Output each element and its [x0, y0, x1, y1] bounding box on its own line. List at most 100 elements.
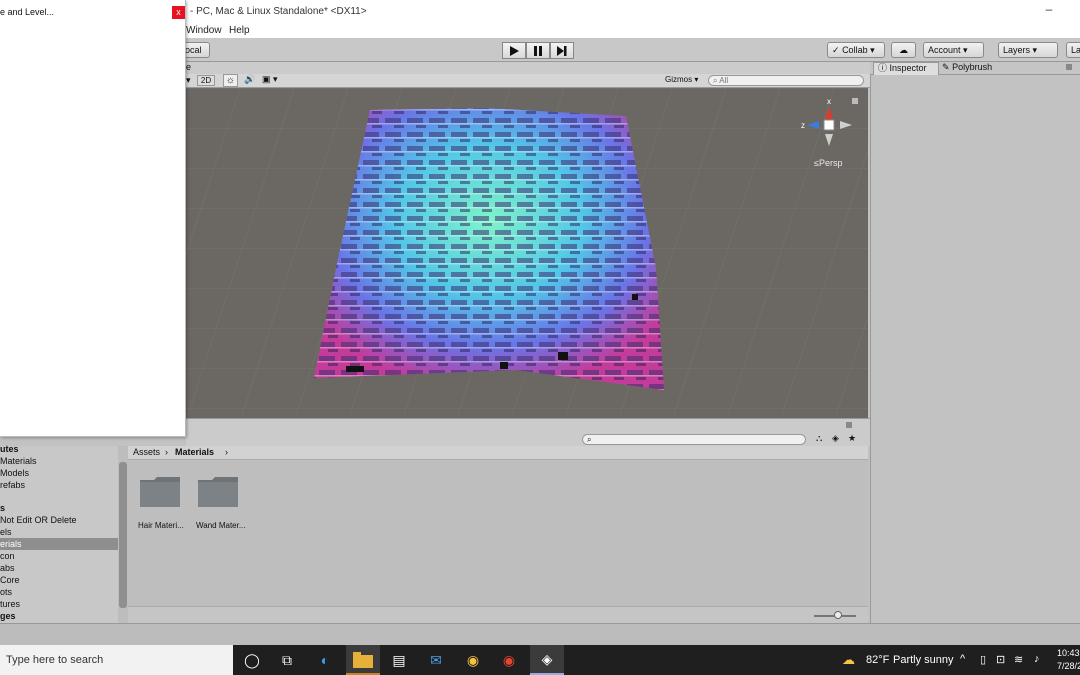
battery-icon[interactable]: ▯: [980, 653, 986, 666]
tree-item[interactable]: els: [0, 526, 118, 538]
tab-polybrush[interactable]: ✎ Polybrush: [942, 62, 1012, 75]
pause-icon: [534, 46, 542, 56]
pause-button[interactable]: [526, 42, 550, 59]
edge-icon[interactable]: ◐: [314, 650, 336, 670]
tree-item[interactable]: con: [0, 550, 118, 562]
layout-dropdown[interactable]: La: [1066, 42, 1080, 58]
tree-item[interactable]: s: [0, 502, 118, 514]
scene-canvas: z x ≤Persp: [186, 88, 868, 418]
inspector-lock-icon[interactable]: [1066, 64, 1072, 70]
project-lock-icon[interactable]: [846, 422, 852, 428]
file-explorer-icon[interactable]: [346, 645, 380, 675]
popup-window: e and Level... x: [0, 0, 186, 437]
menu-help[interactable]: Help: [229, 25, 250, 36]
axis-z-label: z: [801, 121, 805, 130]
taskbar-search-input[interactable]: Type here to search: [0, 645, 233, 675]
tree-item[interactable]: ots: [0, 586, 118, 598]
audio-toggle[interactable]: 🔊: [242, 74, 258, 87]
layers-dropdown[interactable]: Layers ▾: [998, 42, 1058, 58]
account-dropdown[interactable]: Account ▾: [923, 42, 984, 58]
task-view-icon[interactable]: ⧉: [276, 650, 298, 670]
menu-window[interactable]: Window: [186, 25, 222, 36]
scene-tab-bar: e: [186, 62, 870, 74]
tree-item[interactable]: utes: [0, 443, 118, 455]
folder-icon: [198, 477, 238, 507]
persp-text: Persp: [819, 158, 843, 168]
popup-title: e and Level...: [0, 7, 55, 17]
breadcrumb-assets[interactable]: Assets: [133, 447, 160, 457]
clock-date[interactable]: 7/28/2: [1057, 661, 1080, 671]
breadcrumb-separator-icon: ›: [165, 447, 168, 457]
popup-close-button[interactable]: x: [172, 6, 185, 19]
screen: - PC, Mac & Linux Standalone* <DX11> – W…: [0, 0, 1080, 675]
folder-item[interactable]: Hair Materi...: [138, 474, 188, 536]
brush-icon: ✎: [942, 62, 950, 72]
search-icon: ⌕: [713, 76, 718, 85]
weather-temp[interactable]: 82°F: [866, 654, 889, 666]
minimize-button[interactable]: –: [1040, 2, 1058, 20]
status-bar: [0, 623, 1080, 645]
filter-type-icon[interactable]: ⛬: [816, 433, 830, 445]
assets-footer: [128, 606, 868, 623]
tree-item[interactable]: abs: [0, 562, 118, 574]
inspector-tab-bar: ⓘ Inspector ✎ Polybrush: [870, 62, 1080, 75]
assets-grid: Hair Materi... Wand Mater...: [128, 460, 868, 606]
wifi-icon[interactable]: ≋: [1014, 653, 1023, 666]
folder-label: Wand Mater...: [196, 521, 246, 530]
project-search-icon: ⌕: [587, 435, 592, 444]
tree-item[interactable]: ges: [0, 610, 118, 622]
filter-label-icon[interactable]: ◈: [832, 433, 846, 445]
speaker-icon: 🔊: [244, 74, 256, 84]
tree-item[interactable]: Models: [0, 467, 118, 479]
tree-item[interactable]: Core: [0, 574, 118, 586]
tree-item[interactable]: Not Edit OR Delete: [0, 514, 118, 526]
chevron-up-icon[interactable]: ^: [960, 653, 965, 665]
tree-item[interactable]: refabs: [0, 479, 118, 491]
cloud-icon: ☁: [899, 45, 908, 55]
lighting-toggle[interactable]: ☼: [223, 74, 238, 87]
cortana-icon[interactable]: ◯: [241, 650, 263, 670]
scene-tab[interactable]: e: [186, 62, 191, 72]
folder-icon: [353, 652, 373, 668]
shading-mode-dropdown[interactable]: ▾: [186, 75, 195, 86]
2d-toggle[interactable]: 2D: [197, 75, 215, 86]
inspector-body: [870, 75, 1080, 623]
tab-inspector[interactable]: ⓘ Inspector: [873, 62, 939, 75]
favorite-star-icon[interactable]: ★: [848, 433, 862, 445]
network-icon[interactable]: ⊡: [996, 653, 1005, 666]
icon-size-slider-handle[interactable]: [834, 611, 842, 619]
scene-viewport[interactable]: z x ≤Persp: [186, 88, 868, 418]
clock-time[interactable]: 10:43: [1057, 648, 1080, 658]
collab-button[interactable]: ✓ Collab ▾: [827, 42, 885, 58]
chrome-canary-icon[interactable]: ◉: [498, 650, 520, 670]
gizmos-dropdown[interactable]: Gizmos ▾: [665, 75, 698, 84]
project-search-input[interactable]: ⌕: [582, 434, 806, 445]
folder-item[interactable]: Wand Mater...: [196, 474, 246, 536]
play-button[interactable]: [502, 42, 526, 59]
collab-check-icon: ✓: [832, 45, 840, 55]
window-title: - PC, Mac & Linux Standalone* <DX11>: [190, 6, 367, 17]
tree-item[interactable]: Materials: [0, 455, 118, 467]
taskbar-search-placeholder: Type here to search: [6, 654, 104, 666]
tree-item-selected[interactable]: erials: [0, 538, 118, 550]
volume-icon[interactable]: ♪: [1034, 653, 1040, 665]
scene-toolbar: ▾ 2D ☼ 🔊 ▣ ▾ Gizmos ▾ ⌕ All: [186, 74, 870, 88]
scene-search-input[interactable]: ⌕ All: [708, 75, 864, 86]
scene-search-placeholder: All: [719, 76, 729, 85]
tree-scrollbar-thumb[interactable]: [119, 462, 127, 608]
store-icon[interactable]: ▤: [388, 650, 410, 670]
mail-icon[interactable]: ✉: [425, 650, 447, 670]
effects-dropdown[interactable]: ▣ ▾: [262, 74, 286, 87]
persp-label: ≤Persp: [814, 158, 842, 168]
play-icon: [510, 46, 519, 56]
chrome-icon[interactable]: ◉: [462, 650, 484, 670]
tab-polybrush-label: Polybrush: [952, 62, 993, 72]
tree-item[interactable]: tures: [0, 598, 118, 610]
cloud-button[interactable]: ☁: [891, 42, 916, 58]
lock-icon[interactable]: [852, 98, 858, 104]
unity-icon[interactable]: ◈: [530, 645, 564, 675]
weather-text[interactable]: Partly sunny: [893, 654, 954, 666]
breadcrumb-separator-icon: ›: [225, 447, 228, 457]
breadcrumb-materials[interactable]: Materials: [175, 447, 214, 457]
step-button[interactable]: [550, 42, 574, 59]
